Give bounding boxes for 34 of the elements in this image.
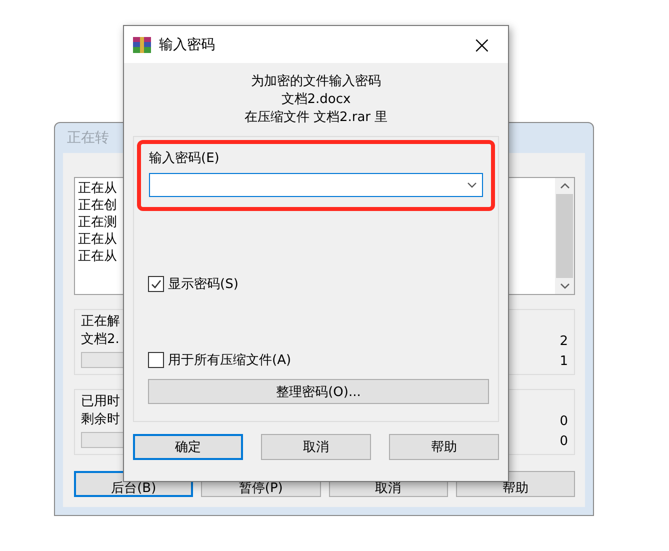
field-label: 输入密码(E) [149, 150, 220, 168]
close-button[interactable]: × [466, 32, 498, 56]
dropdown-icon[interactable] [467, 182, 477, 188]
dialog-button[interactable]: 确定 [133, 434, 243, 460]
status-text: 正在解 [81, 313, 121, 331]
message-text: 为加密的文件输入密码 [251, 73, 381, 91]
log-line: 正在从 [78, 248, 117, 265]
count-text: 1 [560, 353, 568, 371]
scroll-up-icon[interactable] [560, 183, 570, 189]
checkbox[interactable] [148, 352, 164, 368]
scroll-down-icon[interactable] [560, 283, 570, 289]
log-line: 正在测 [78, 214, 117, 231]
organize-passwords-button[interactable]: 整理密码(O)... [148, 379, 489, 404]
scrollbar[interactable] [555, 178, 574, 294]
dialog-button[interactable]: 取消 [261, 434, 371, 460]
scroll-thumb[interactable] [556, 194, 573, 278]
message-text: 在压缩文件 文档2.rar 里 [244, 109, 388, 127]
time-value: 0 [560, 413, 568, 431]
checkbox-label[interactable]: 用于所有压缩文件(A) [168, 351, 292, 369]
count-text: 2 [560, 333, 568, 351]
checkbox-label[interactable]: 显示密码(S) [168, 275, 238, 293]
window-title: 正在转 [67, 129, 109, 147]
password-field[interactable] [149, 173, 483, 197]
status-text: 文档2. [81, 331, 120, 349]
log-line: 正在从 [78, 231, 117, 248]
dialog-button[interactable]: 帮助 [389, 434, 499, 460]
log-line: 正在创 [78, 197, 117, 214]
log-line: 正在从 [78, 180, 117, 197]
dialog-title: 输入密码 [159, 36, 216, 54]
archive-icon [132, 36, 152, 54]
time-label: 已用时 [81, 393, 121, 411]
time-value: 0 [560, 433, 568, 451]
time-label: 剩余时 [81, 411, 121, 429]
message-text: 文档2.docx [281, 91, 351, 109]
